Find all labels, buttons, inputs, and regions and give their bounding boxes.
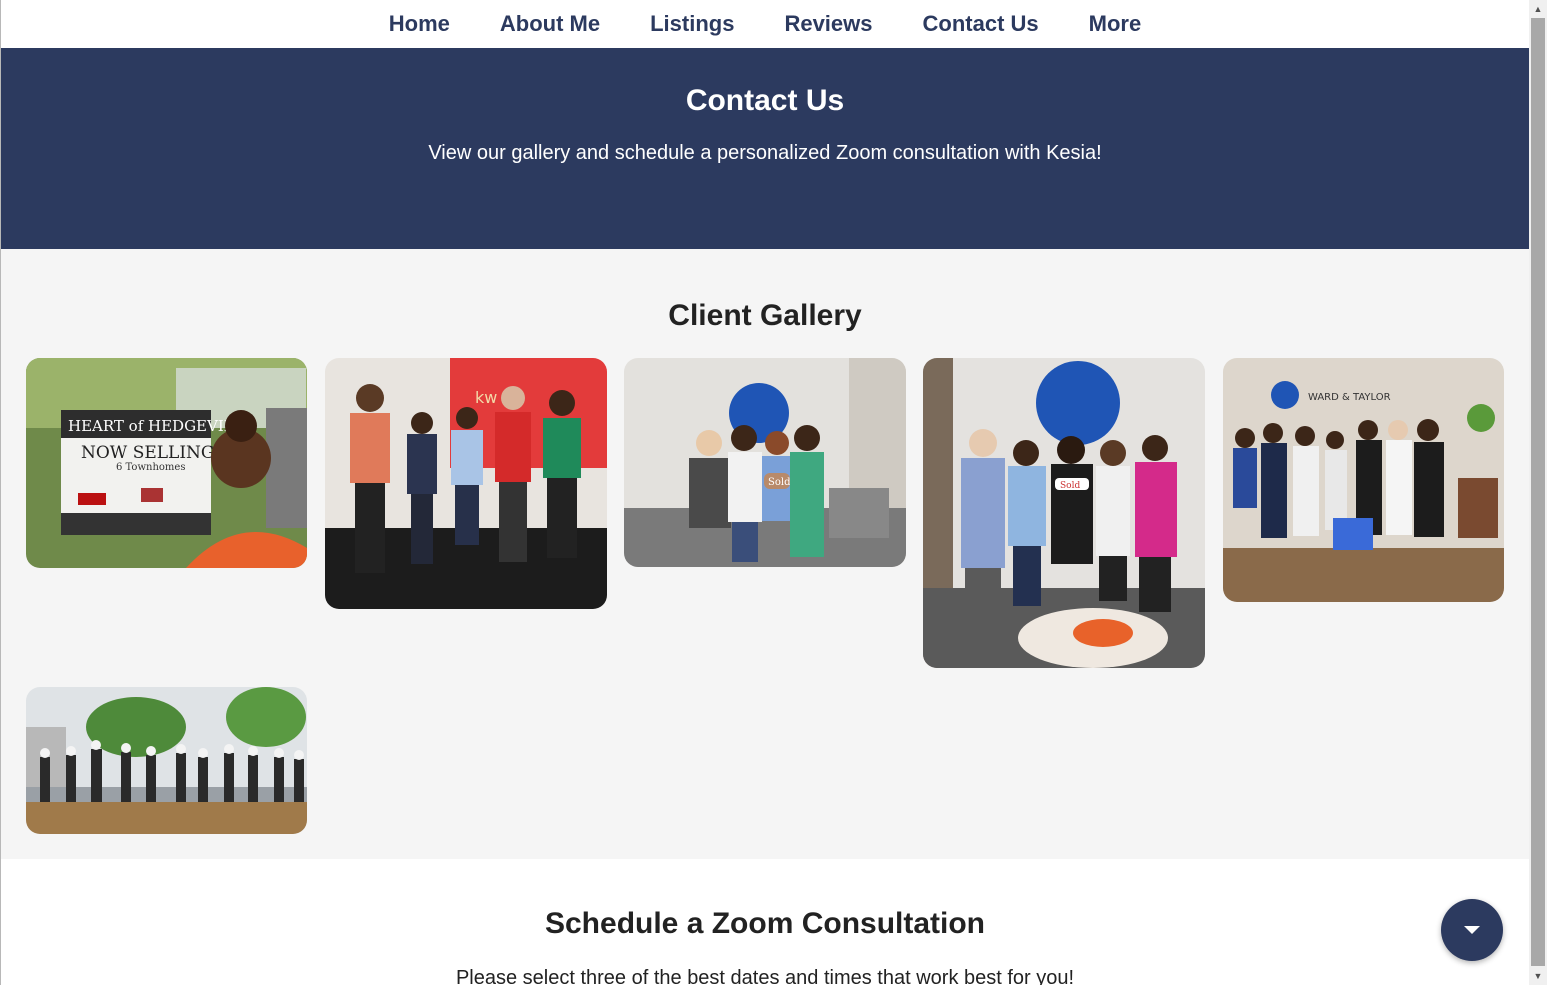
sign-line-3: 6 Townhomes xyxy=(116,462,185,473)
nav-listings[interactable]: Listings xyxy=(625,11,759,37)
scrollbar-thumb[interactable] xyxy=(1531,18,1545,966)
scroll-up-arrow-icon[interactable]: ▲ xyxy=(1529,0,1547,18)
page: Home About Me Listings Reviews Contact U… xyxy=(0,0,1529,985)
page-title: Contact Us xyxy=(685,84,845,117)
zoom-title: Schedule a Zoom Consultation xyxy=(544,907,986,940)
hero-subtitle: View our gallery and schedule a personal… xyxy=(428,142,1102,164)
gallery-photo-1[interactable]: HEART of HEDGEVILLE NOW SELLING 6 Townho… xyxy=(26,358,307,568)
nav-more[interactable]: More xyxy=(1064,11,1167,37)
gallery-title: Client Gallery xyxy=(668,299,862,332)
scroll-down-button[interactable] xyxy=(1441,899,1503,961)
nav-reviews[interactable]: Reviews xyxy=(759,11,897,37)
top-nav: Home About Me Listings Reviews Contact U… xyxy=(1,0,1529,48)
chevron-down-icon xyxy=(1464,926,1480,934)
sold-badge-4: Sold xyxy=(1060,481,1080,491)
nav-about-me[interactable]: About Me xyxy=(475,11,625,37)
gallery-photo-2[interactable]: kw xyxy=(325,358,607,609)
photo-2-logo: kw xyxy=(475,388,497,407)
gallery-photo-4[interactable]: Sold xyxy=(923,358,1205,668)
gallery-photo-3[interactable]: Sold xyxy=(624,358,906,567)
hero-banner: Contact Us View our gallery and schedule… xyxy=(1,48,1529,249)
client-gallery: Client Gallery HEART of HEDGEVILLE NOW S… xyxy=(1,249,1529,859)
nav-contact-us[interactable]: Contact Us xyxy=(898,11,1064,37)
page-scrollbar[interactable]: ▲ ▼ xyxy=(1529,0,1547,985)
scroll-down-arrow-icon[interactable]: ▼ xyxy=(1529,967,1547,985)
sign-line-2: NOW SELLING xyxy=(81,443,215,463)
gallery-photo-5[interactable]: WARD & TAYLOR xyxy=(1223,358,1504,602)
zoom-consultation-section: Schedule a Zoom Consultation Please sele… xyxy=(1,859,1529,985)
gallery-photo-6[interactable] xyxy=(26,687,307,834)
nav-home[interactable]: Home xyxy=(364,11,475,37)
sold-badge-3: Sold xyxy=(768,477,791,488)
zoom-instructions: Please select three of the best dates an… xyxy=(455,967,1075,985)
photo-5-logo: WARD & TAYLOR xyxy=(1308,392,1391,403)
